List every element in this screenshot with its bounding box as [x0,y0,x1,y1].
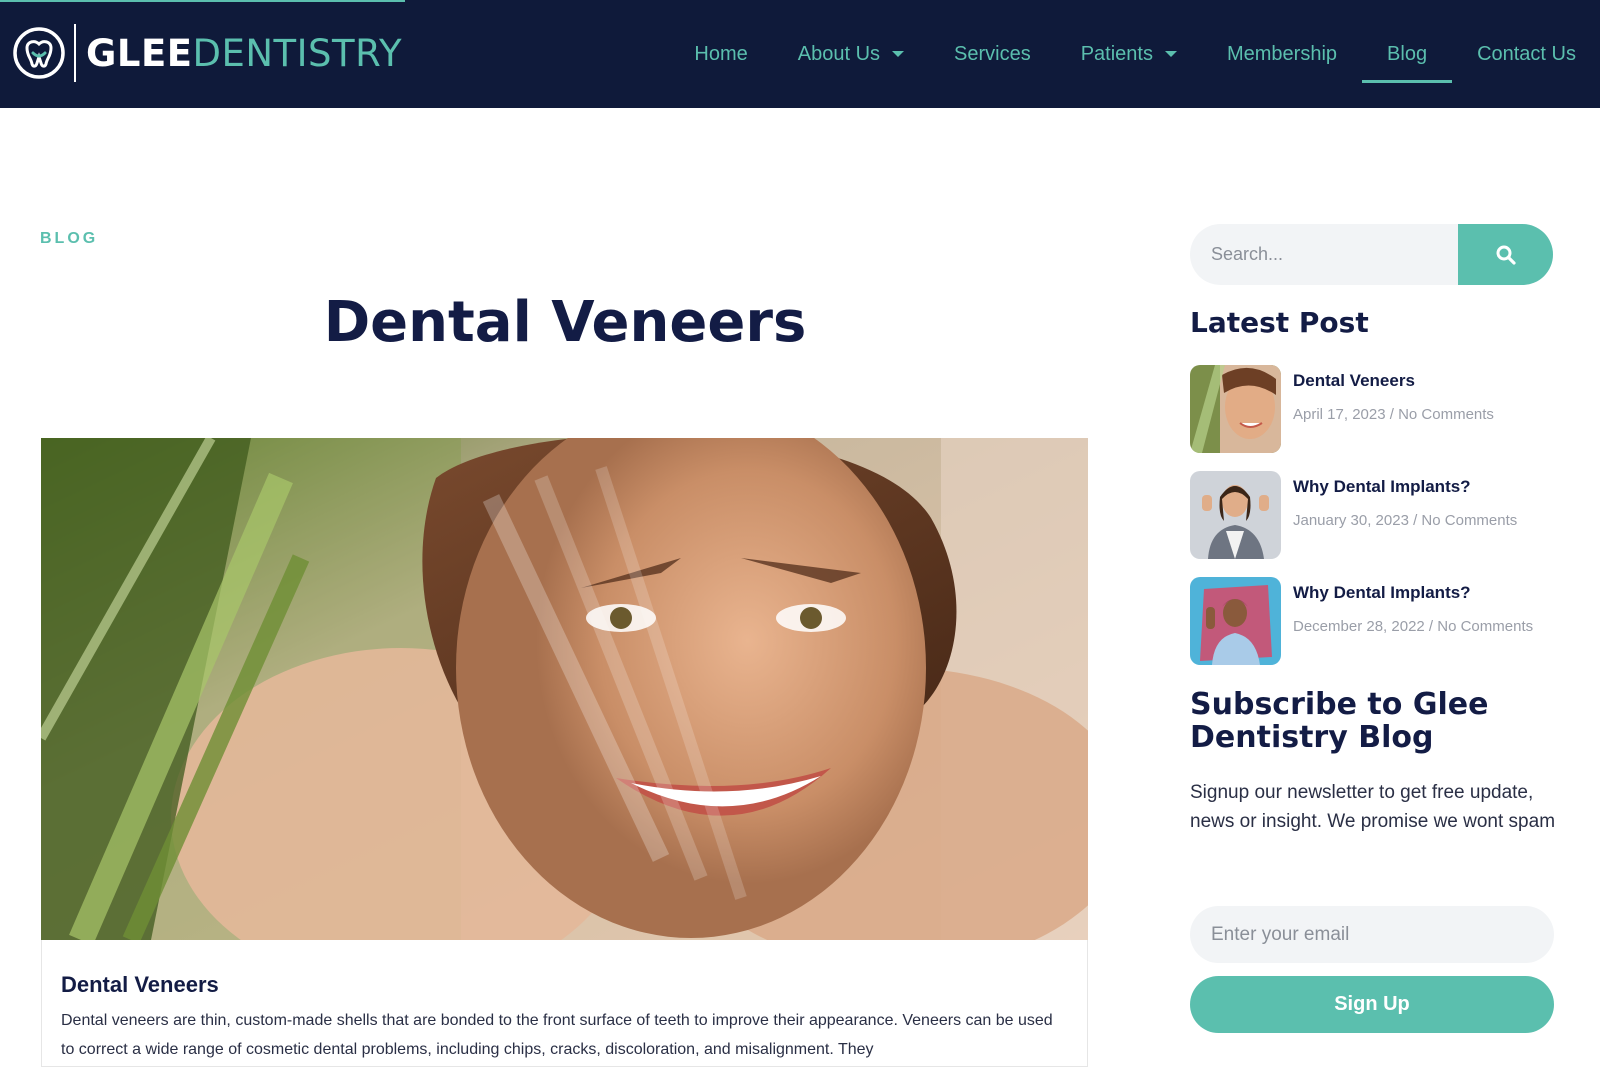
nav-contact-us[interactable]: Contact Us [1477,0,1576,108]
nav-membership[interactable]: Membership [1227,0,1337,108]
logo-word-dentistry: DENTISTRY [192,31,403,75]
post-excerpt-text: Dental veneers are thin, custom-made she… [61,1012,1053,1058]
header-accent-line [0,0,405,2]
nav-about-us[interactable]: About Us [797,0,905,108]
latest-post-item[interactable]: Why Dental Implants? January 30, 2023 / … [1190,471,1570,561]
page-title: Dental Veneers [323,290,807,355]
subscribe-heading: Subscribe to Glee Dentistry Blog [1190,687,1489,755]
post-thumbnail[interactable] [1190,577,1281,665]
post-item-meta: January 30, 2023 / No Comments [1293,512,1518,529]
site-header: GLEEDENTISTRY Home About Us Services Pat… [0,0,1600,108]
post-thumbnail[interactable] [1190,471,1281,559]
latest-post-heading: Latest Post [1190,306,1369,339]
latest-post-item[interactable]: Dental Veneers April 17, 2023 / No Comme… [1190,365,1570,455]
nav-membership-label: Membership [1226,42,1338,65]
search-button[interactable] [1458,224,1553,285]
nav-services[interactable]: Services [954,0,1031,108]
nav-patients[interactable]: Patients [1081,0,1177,108]
nav-home-label: Home [694,42,748,65]
search-input[interactable] [1190,224,1458,285]
section-eyebrow: BLOG [40,230,99,247]
site-logo[interactable]: GLEEDENTISTRY [12,22,402,84]
post-item-title[interactable]: Dental Veneers [1293,371,1415,391]
logo-word-glee: GLEE [86,31,193,75]
nav-blog-label: Blog [1387,42,1428,65]
logo-divider [74,24,76,82]
main-nav: Home About Us Services Patients Membersh… [669,0,1600,108]
latest-post-item[interactable]: Why Dental Implants? December 28, 2022 /… [1190,577,1570,667]
post-thumbnail[interactable] [1190,365,1281,453]
post-item-meta: April 17, 2023 / No Comments [1293,406,1494,423]
nav-patients-label: Patients [1080,42,1153,65]
chevron-down-icon [1164,51,1177,57]
search-icon [1496,245,1516,265]
post-item-title[interactable]: Why Dental Implants? [1293,477,1471,497]
hero-image [41,438,1088,940]
nav-home[interactable]: Home [694,0,747,108]
email-field[interactable] [1190,906,1554,963]
nav-about-us-label: About Us [797,42,881,65]
logo-wordmark: GLEEDENTISTRY [86,35,402,72]
chevron-down-icon [892,51,905,57]
nav-services-label: Services [954,42,1031,65]
sign-up-button[interactable]: Sign Up [1190,976,1554,1033]
post-excerpt-title: Dental Veneers [61,972,219,997]
tooth-logo-icon [13,27,65,79]
post-item-title[interactable]: Why Dental Implants? [1293,583,1471,603]
nav-blog[interactable]: Blog [1362,0,1453,108]
subscribe-description: Signup our newsletter to get free update… [1190,782,1556,832]
search-box [1190,224,1553,285]
post-item-meta: December 28, 2022 / No Comments [1293,618,1534,635]
hero-photo-smiling-woman [41,438,1088,940]
post-excerpt-card: Dental Veneers Dental veneers are thin, … [41,940,1088,1067]
nav-contact-us-label: Contact Us [1477,42,1576,65]
